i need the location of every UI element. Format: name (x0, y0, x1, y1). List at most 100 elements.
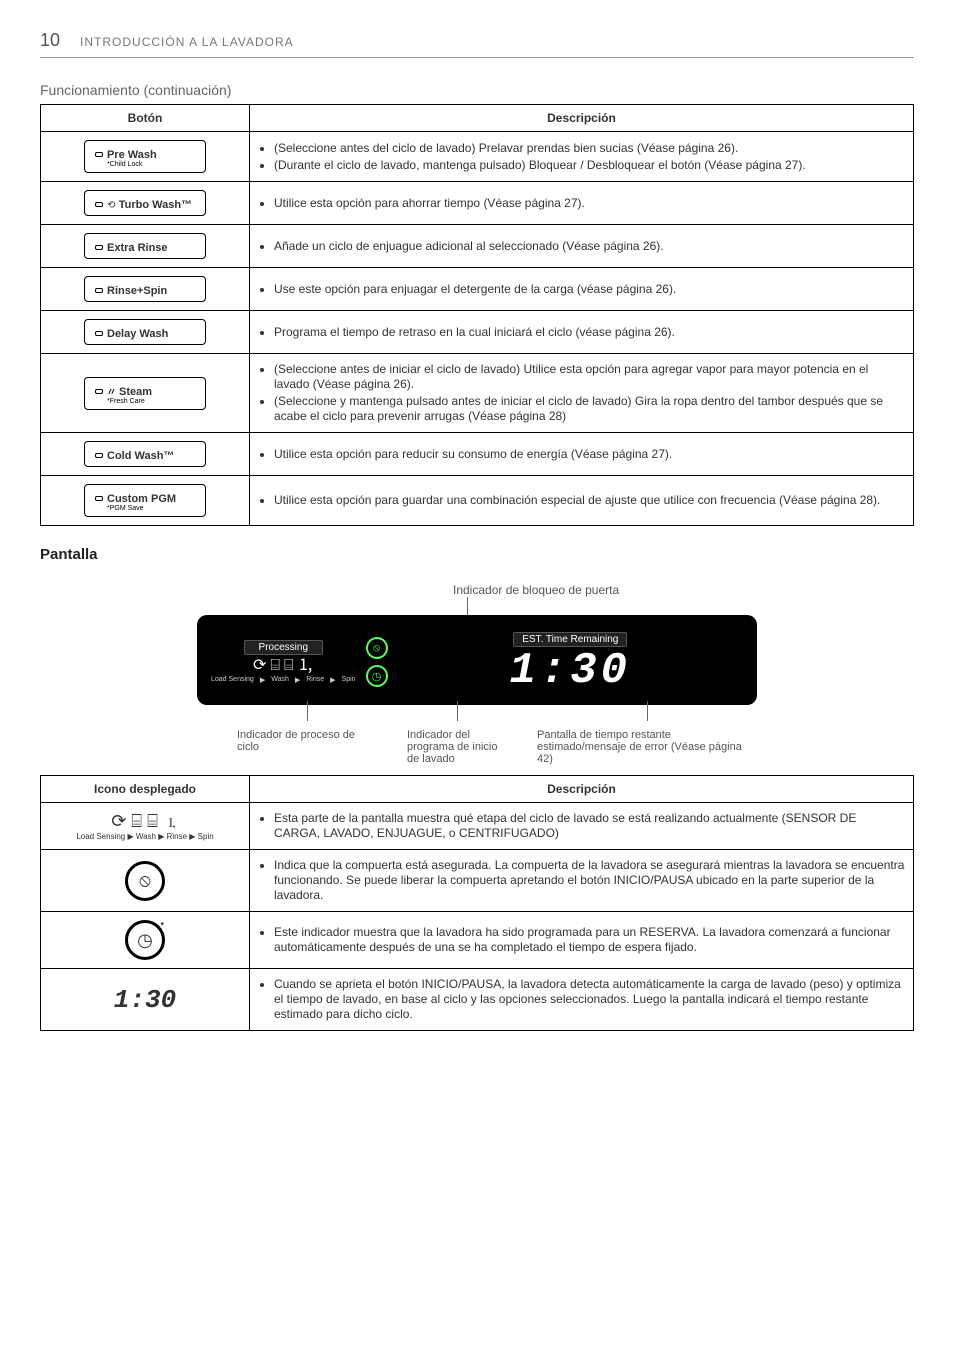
button-outline: Custom PGM*PGM Save (84, 484, 206, 517)
stages-line: Load Sensing ▶ Wash ▶ Rinse ▶ Spin (45, 832, 245, 841)
icon-cell: ⟳ ⌸ ⌸ 🄂Load Sensing ▶ Wash ▶ Rinse ▶ Spi… (41, 803, 250, 850)
col-desc2: Descripción (250, 776, 914, 803)
description-cell: Programa el tiempo de retraso en la cual… (250, 311, 914, 354)
button-outline: Cold Wash™ (84, 441, 206, 467)
description-cell: Use este opción para enjuagar el deterge… (250, 268, 914, 311)
description-item: (Seleccione antes de iniciar el ciclo de… (274, 362, 905, 392)
heading-pantalla: Pantalla (40, 546, 914, 563)
description-cell: (Seleccione antes del ciclo de lavado) P… (250, 132, 914, 182)
button-main-label: Turbo Wash™ (119, 199, 192, 211)
door-lock-icon: ⦸ (125, 861, 165, 901)
load-sensing-icon: ⟳ (253, 658, 266, 674)
description-item: (Seleccione y mantenga pulsado antes de … (274, 394, 905, 424)
button-cell: Custom PGM*PGM Save (41, 476, 250, 526)
icon-cell: 1:30 (41, 969, 250, 1031)
col-desc: Descripción (250, 105, 914, 132)
stage-spin: Spin (342, 676, 356, 684)
button-main-label: Rinse+Spin (107, 285, 167, 297)
button-main-label: Cold Wash™ (107, 450, 174, 462)
table-row: Pre Wash*Child Lock (Seleccione antes del… (41, 132, 914, 182)
description-cell: Indica que la compuerta está asegurada. … (250, 850, 914, 912)
table-row: Steam*Fresh Care (Seleccione antes de ini… (41, 354, 914, 433)
description-cell: Añade un ciclo de enjuague adicional al … (250, 225, 914, 268)
display-panel: Processing ⟳ ⌸ ⌸ 🄂 Load Sensing ▶ Wash ▶… (197, 615, 757, 705)
description-item: Utilice esta opción para guardar una com… (274, 493, 905, 508)
button-outline: Pre Wash*Child Lock (84, 140, 206, 173)
table-row: Cold Wash™ Utilice esta opción para reduc… (41, 433, 914, 476)
icon-cell: ⦸ (41, 850, 250, 912)
col-icon: Icono desplegado (41, 776, 250, 803)
description-cell: Utilice esta opción para reducir su cons… (250, 433, 914, 476)
description-item: Esta parte de la pantalla muestra qué et… (274, 811, 905, 841)
button-outline: Rinse+Spin (84, 276, 206, 302)
stages-glyph-row: ⟳ ⌸ ⌸ 🄂 (45, 811, 245, 832)
button-cell: Cold Wash™ (41, 433, 250, 476)
button-sub-label: *PGM Save (107, 505, 195, 512)
button-main-label: Delay Wash (107, 328, 168, 340)
button-cell: Steam*Fresh Care (41, 354, 250, 433)
description-item: Cuando se aprieta el botón INICIO/PAUSA,… (274, 977, 905, 1022)
button-cell: Delay Wash (41, 311, 250, 354)
description-item: Este indicador muestra que la lavadora h… (274, 925, 905, 955)
button-outline: ⟲ Turbo Wash™ (84, 190, 206, 216)
description-item: Use este opción para enjuagar el deterge… (274, 282, 905, 297)
table-row: Custom PGM*PGM Save Utilice esta opción p… (41, 476, 914, 526)
rinse-icon: ⌸ (284, 658, 294, 674)
description-cell: Utilice esta opción para guardar una com… (250, 476, 914, 526)
description-cell: Cuando se aprieta el botón INICIO/PAUSA,… (250, 969, 914, 1031)
icon-cell: ◷• (41, 912, 250, 969)
table-row: Delay Wash Programa el tiempo de retraso … (41, 311, 914, 354)
description-item: (Seleccione antes del ciclo de lavado) P… (274, 141, 905, 156)
wash-icon: ⌸ (270, 658, 280, 674)
icons-table: Icono desplegado Descripción ⟳ ⌸ ⌸ 🄂Load… (40, 775, 914, 1031)
description-cell: Este indicador muestra que la lavadora h… (250, 912, 914, 969)
table-row: 1:30 Cuando se aprieta el botón INICIO/PA… (41, 969, 914, 1031)
pointer-cycle: Indicador de proceso de ciclo (237, 709, 377, 753)
stage-rinse: Rinse (306, 676, 324, 684)
table-row: ⦸ Indica que la compuerta está asegurada.… (41, 850, 914, 912)
spin-icon: 🄂 (298, 658, 314, 674)
section-title: INTRODUCCIÓN A LA LAVADORA (80, 35, 294, 49)
description-item: Utilice esta opción para ahorrar tiempo … (274, 196, 905, 211)
button-outline: Extra Rinse (84, 233, 206, 259)
page-number: 10 (40, 30, 60, 51)
table-row: ◷• Este indicador muestra que la lavadora… (41, 912, 914, 969)
door-lock-icon: ⦸ (366, 637, 388, 659)
processing-label: Processing (244, 640, 323, 655)
description-item: Utilice esta opción para reducir su cons… (274, 447, 905, 462)
delay-clock-icon: ◷• (125, 920, 165, 960)
button-main-label: Pre Wash (107, 149, 157, 161)
button-main-label: Extra Rinse (107, 242, 168, 254)
button-main-label: Steam (119, 386, 152, 398)
stage-wash: Wash (271, 676, 289, 684)
col-button: Botón (41, 105, 250, 132)
button-cell: Rinse+Spin (41, 268, 250, 311)
button-sub-label: *Fresh Care (107, 398, 195, 405)
buttons-table: Botón Descripción Pre Wash*Child Lock (Se… (40, 104, 914, 526)
button-cell: Extra Rinse (41, 225, 250, 268)
est-time-label: EST. Time Remaining (513, 632, 627, 647)
page-header: 10 INTRODUCCIÓN A LA LAVADORA (40, 30, 914, 58)
button-cell: ⟲ Turbo Wash™ (41, 182, 250, 225)
button-outline: Delay Wash (84, 319, 206, 345)
button-outline: Steam*Fresh Care (84, 377, 206, 410)
heading-funcionamiento: Funcionamiento (continuación) (40, 82, 914, 98)
pointer-program: Indicador del programa de inicio de lava… (407, 709, 507, 765)
description-item: Indica que la compuerta está asegurada. … (274, 858, 905, 903)
button-cell: Pre Wash*Child Lock (41, 132, 250, 182)
display-diagram: Indicador de bloqueo de puerta Processin… (197, 583, 757, 765)
button-main-label: Custom PGM (107, 493, 176, 505)
table-row: ⟲ Turbo Wash™ Utilice esta opción para ah… (41, 182, 914, 225)
time-value: 1:30 (398, 649, 743, 693)
time-icon: 1:30 (114, 985, 176, 1015)
stage-load: Load Sensing (211, 676, 254, 684)
table-row: Rinse+Spin Use este opción para enjuagar … (41, 268, 914, 311)
table-row: ⟳ ⌸ ⌸ 🄂Load Sensing ▶ Wash ▶ Rinse ▶ Spi… (41, 803, 914, 850)
description-item: (Durante el ciclo de lavado, mantenga pu… (274, 158, 905, 173)
description-cell: (Seleccione antes de iniciar el ciclo de… (250, 354, 914, 433)
description-item: Programa el tiempo de retraso en la cual… (274, 325, 905, 340)
table-row: Extra Rinse Añade un ciclo de enjuague ad… (41, 225, 914, 268)
description-cell: Utilice esta opción para ahorrar tiempo … (250, 182, 914, 225)
description-cell: Esta parte de la pantalla muestra qué et… (250, 803, 914, 850)
description-item: Añade un ciclo de enjuague adicional al … (274, 239, 905, 254)
